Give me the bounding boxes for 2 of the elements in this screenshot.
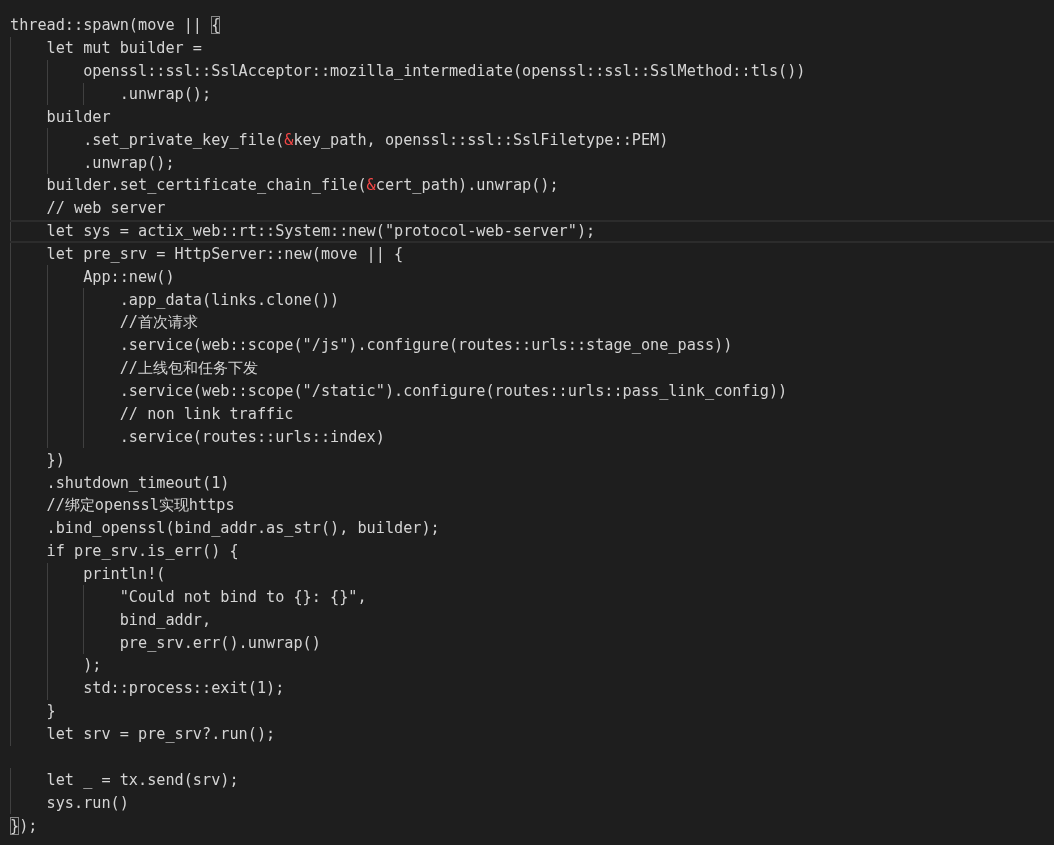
code-line: thread::spawn(move || { (10, 15, 221, 37)
code-line: }); (10, 815, 38, 837)
